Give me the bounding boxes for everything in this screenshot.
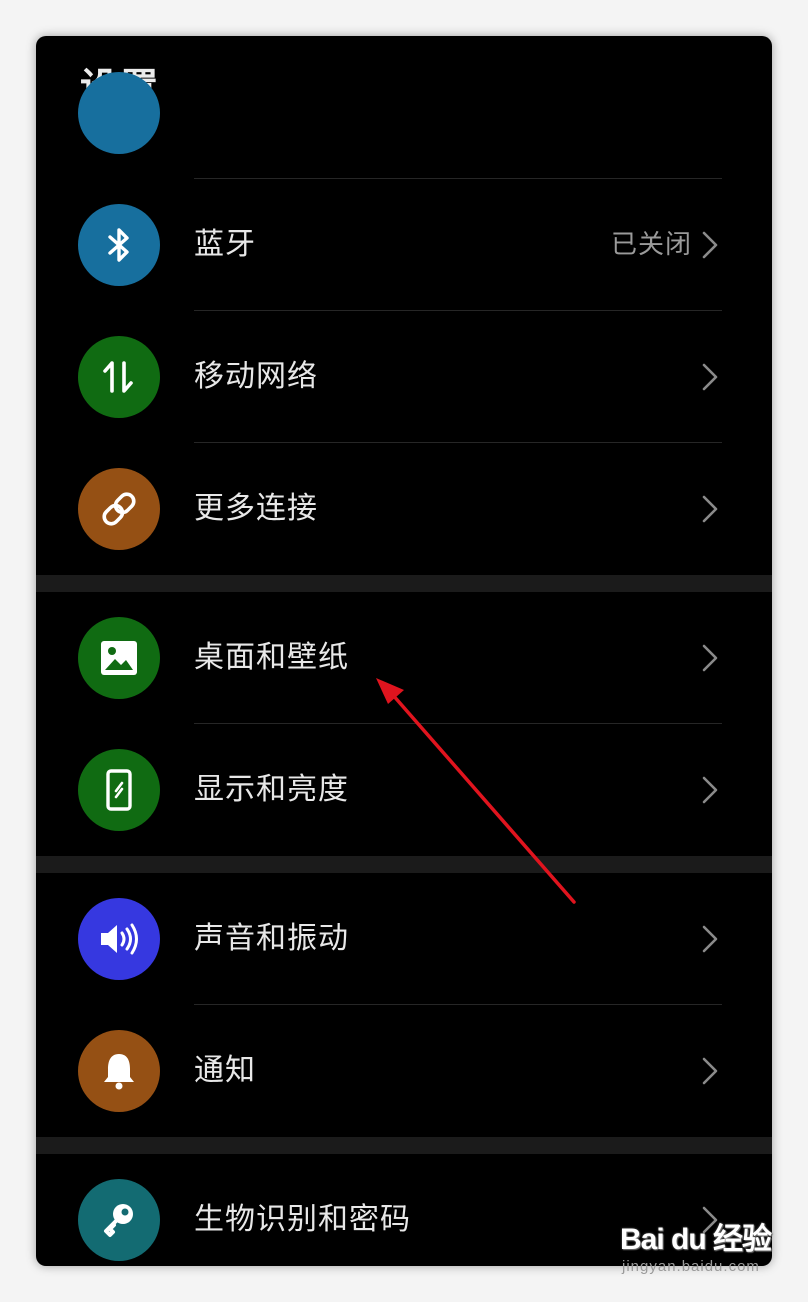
wifi-icon[interactable] <box>78 72 160 154</box>
settings-item-label: 桌面和壁纸 <box>194 640 349 675</box>
settings-screen: 设置 蓝牙 已关闭 移动网络 更多连接 桌面和壁纸 <box>36 36 772 1266</box>
bell-icon <box>78 1030 160 1112</box>
settings-item-label: 蓝牙 <box>194 227 256 262</box>
chevron-right-icon <box>702 644 718 672</box>
baidu-watermark: Bai du 经验 jingyan.baidu.com <box>620 1214 790 1284</box>
settings-item-notifications[interactable]: 通知 <box>36 1005 772 1137</box>
link-icon <box>78 468 160 550</box>
speaker-icon <box>78 898 160 980</box>
settings-item-sound-vibration[interactable]: 声音和振动 <box>36 873 772 1005</box>
settings-item-more-connections[interactable]: 更多连接 <box>36 443 772 575</box>
chevron-right-icon <box>702 776 718 804</box>
chevron-right-icon <box>702 1057 718 1085</box>
settings-item-label: 更多连接 <box>194 491 318 526</box>
settings-item-label: 移动网络 <box>194 359 318 394</box>
settings-item-display-brightness[interactable]: 显示和亮度 <box>36 724 772 856</box>
chevron-right-icon <box>702 495 718 523</box>
chevron-right-icon <box>702 363 718 391</box>
section-gap <box>36 575 772 592</box>
settings-item-bluetooth[interactable]: 蓝牙 已关闭 <box>36 179 772 311</box>
key-icon <box>78 1179 160 1261</box>
chevron-right-icon <box>702 231 718 259</box>
settings-item-label: 声音和振动 <box>194 921 349 956</box>
mobile-data-icon <box>78 336 160 418</box>
settings-item-mobile-network[interactable]: 移动网络 <box>36 311 772 443</box>
wallpaper-icon <box>78 617 160 699</box>
chevron-right-icon <box>702 925 718 953</box>
bluetooth-status: 已关闭 <box>610 230 692 260</box>
section-gap <box>36 1137 772 1154</box>
bluetooth-icon <box>78 204 160 286</box>
settings-item-label: 通知 <box>194 1053 256 1088</box>
settings-item-label: 生物识别和密码 <box>194 1202 411 1237</box>
display-brightness-icon <box>78 749 160 831</box>
settings-item-wallpaper[interactable]: 桌面和壁纸 <box>36 592 772 724</box>
section-gap <box>36 856 772 873</box>
watermark-url: jingyan.baidu.com <box>622 1258 760 1275</box>
watermark-logo: Bai du 经验 <box>620 1223 772 1256</box>
settings-item-label: 显示和亮度 <box>194 772 349 807</box>
